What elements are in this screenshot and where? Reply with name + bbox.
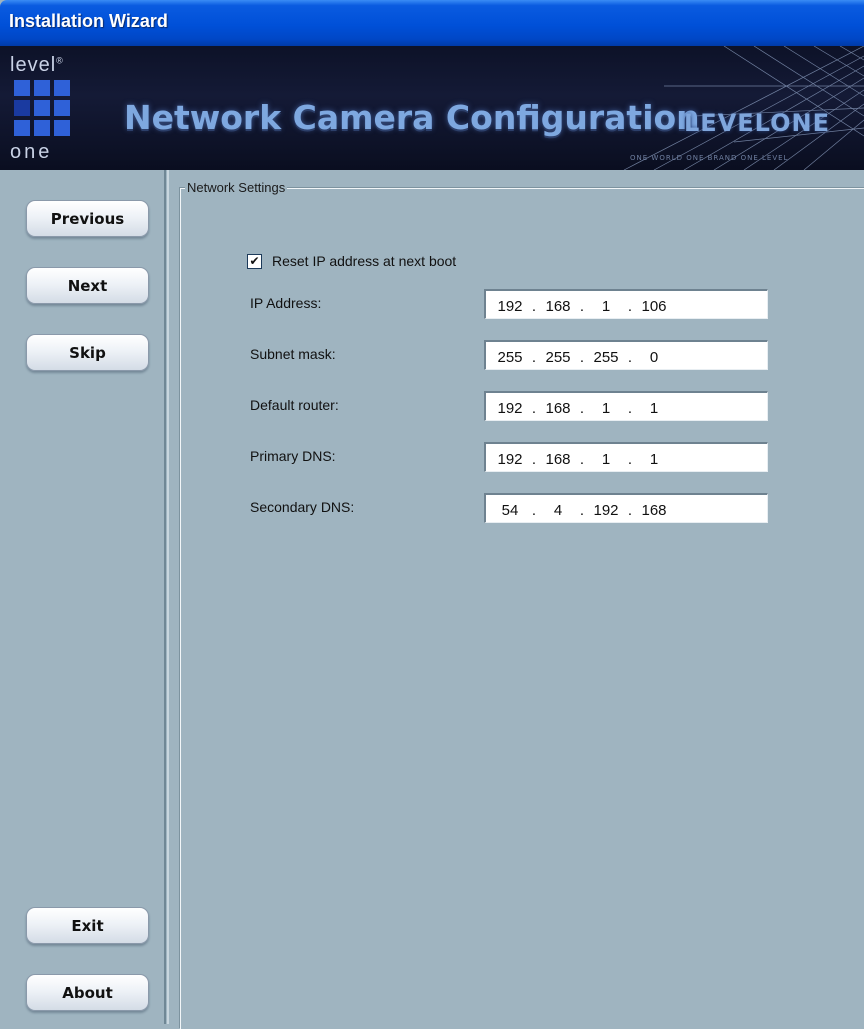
header-banner: level® one Network Camera Configuration …: [0, 46, 864, 170]
group-legend: Network Settings: [185, 180, 288, 195]
octet-separator: .: [531, 451, 537, 468]
previous-button[interactable]: Previous: [26, 200, 149, 237]
reset-ip-checkbox[interactable]: ✔: [247, 253, 262, 269]
logo-top-text: level: [10, 54, 57, 76]
octet-1[interactable]: 192: [492, 400, 528, 417]
default-router-label: Default router:: [250, 397, 339, 413]
default-router-row: Default router: 192 . 168 . 1 . 1: [250, 391, 770, 421]
subnet-mask-row: Subnet mask: 255 . 255 . 255 . 0: [250, 340, 770, 370]
logo-bottom-text: one: [10, 141, 53, 163]
primary-dns-label: Primary DNS:: [250, 448, 336, 464]
octet-1[interactable]: 54: [492, 502, 528, 519]
octet-2[interactable]: 168: [540, 400, 576, 417]
exit-button[interactable]: Exit: [26, 907, 149, 944]
ip-address-label: IP Address:: [250, 295, 322, 311]
network-settings-group: Network Settings ✔ Reset IP address at n…: [179, 180, 864, 1029]
reset-ip-label: Reset IP address at next boot: [272, 253, 457, 269]
primary-dns-row: Primary DNS: 192 . 168 . 1 . 1: [250, 442, 770, 472]
octet-1[interactable]: 192: [492, 451, 528, 468]
octet-separator: .: [531, 400, 537, 417]
secondary-dns-label: Secondary DNS:: [250, 499, 355, 515]
banner-heading: Network Camera Configuration: [124, 98, 700, 137]
sidebar: Previous Next Skip Exit About: [0, 170, 169, 1024]
ip-address-field[interactable]: 192 . 168 . 1 . 106: [484, 289, 768, 319]
octet-3[interactable]: 192: [588, 502, 624, 519]
octet-separator: .: [627, 298, 633, 315]
octet-4[interactable]: 1: [636, 451, 672, 468]
octet-2[interactable]: 255: [540, 349, 576, 366]
registered-mark: ®: [56, 55, 64, 66]
octet-3[interactable]: 1: [588, 400, 624, 417]
window-title: Installation Wizard: [9, 11, 168, 31]
octet-separator: .: [579, 298, 585, 315]
octet-separator: .: [531, 298, 537, 315]
octet-separator: .: [531, 349, 537, 366]
reset-ip-option[interactable]: ✔ Reset IP address at next boot: [247, 253, 456, 269]
octet-separator: .: [627, 502, 633, 519]
octet-separator: .: [627, 451, 633, 468]
brand-tagline: ONE WORLD ONE BRAND ONE LEVEL: [630, 154, 789, 162]
octet-separator: .: [531, 502, 537, 519]
ip-address-row: IP Address: 192 . 168 . 1 . 106: [250, 289, 770, 319]
octet-2[interactable]: 168: [540, 298, 576, 315]
title-bar[interactable]: Installation Wizard: [0, 0, 864, 46]
octet-4[interactable]: 0: [636, 349, 672, 366]
octet-2[interactable]: 168: [540, 451, 576, 468]
octet-separator: .: [579, 451, 585, 468]
octet-1[interactable]: 255: [492, 349, 528, 366]
octet-separator: .: [627, 349, 633, 366]
octet-4[interactable]: 1: [636, 400, 672, 417]
about-button[interactable]: About: [26, 974, 149, 1011]
octet-4[interactable]: 168: [636, 502, 672, 519]
primary-dns-field[interactable]: 192 . 168 . 1 . 1: [484, 442, 768, 472]
octet-1[interactable]: 192: [492, 298, 528, 315]
levelone-logo: level® one: [10, 54, 90, 164]
octet-separator: .: [579, 349, 585, 366]
octet-3[interactable]: 255: [588, 349, 624, 366]
octet-2[interactable]: 4: [540, 502, 576, 519]
octet-3[interactable]: 1: [588, 451, 624, 468]
octet-3[interactable]: 1: [588, 298, 624, 315]
octet-separator: .: [579, 502, 585, 519]
next-button[interactable]: Next: [26, 267, 149, 304]
main-content: Network Settings ✔ Reset IP address at n…: [168, 170, 864, 1029]
skip-button[interactable]: Skip: [26, 334, 149, 371]
logo-blocks-icon: [14, 80, 70, 136]
secondary-dns-field[interactable]: 54 . 4 . 192 . 168: [484, 493, 768, 523]
secondary-dns-row: Secondary DNS: 54 . 4 . 192 . 168: [250, 493, 770, 523]
brand-name: LEVELONE: [684, 109, 830, 137]
octet-separator: .: [579, 400, 585, 417]
subnet-mask-field[interactable]: 255 . 255 . 255 . 0: [484, 340, 768, 370]
subnet-mask-label: Subnet mask:: [250, 346, 336, 362]
default-router-field[interactable]: 192 . 168 . 1 . 1: [484, 391, 768, 421]
check-mark-icon: ✔: [249, 254, 260, 268]
octet-4[interactable]: 106: [636, 298, 672, 315]
octet-separator: .: [627, 400, 633, 417]
